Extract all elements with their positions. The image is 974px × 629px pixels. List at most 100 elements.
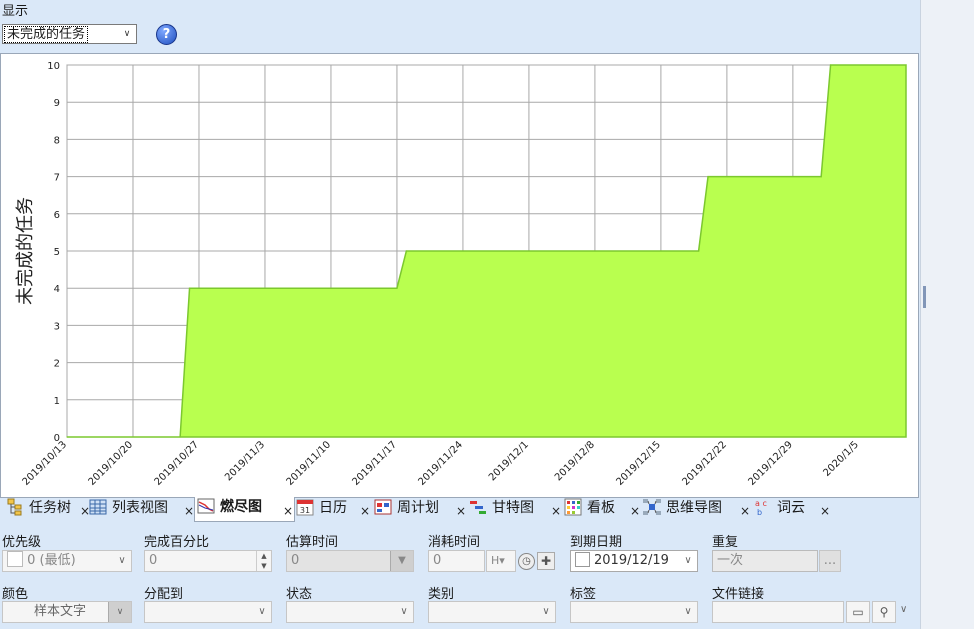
priority-label: 优先级 <box>2 535 42 550</box>
y-tick-label: 10 <box>47 61 60 72</box>
tags-field[interactable]: ∨ <box>570 601 698 623</box>
search-icon[interactable]: ⚲ <box>872 601 896 623</box>
assigned-field[interactable]: ∨ <box>144 601 272 623</box>
data-point <box>179 436 181 438</box>
spinner-icon[interactable]: ▲ ▼ <box>256 551 271 571</box>
tags-label: 标签 <box>570 587 597 602</box>
y-tick-label: 8 <box>54 135 60 146</box>
close-icon[interactable]: × <box>184 504 194 518</box>
tab-label: 日历 <box>319 500 347 516</box>
x-tick-label: 2019/10/20 <box>87 439 136 488</box>
burndown-chart-panel: 0 1 2 3 4 5 6 7 8 9 10 2019/10/13 2019/10/20 2019/10/… <box>0 53 919 498</box>
x-tick-label: 2019/10/13 <box>21 439 70 488</box>
y-tick-label: 9 <box>54 98 60 109</box>
clock-icon[interactable]: ◷ <box>518 553 535 570</box>
close-icon[interactable]: × <box>630 504 640 518</box>
tab-label: 周计划 <box>397 500 439 516</box>
percent-value: 0 <box>149 553 158 568</box>
svg-text:31: 31 <box>300 506 310 515</box>
category-label: 类别 <box>428 587 455 602</box>
chevron-down-icon[interactable]: ∨ <box>900 604 907 615</box>
help-icon[interactable]: ? <box>156 24 177 45</box>
tab-label: 燃尽图 <box>220 499 262 515</box>
spent-field[interactable]: 0 <box>428 550 485 572</box>
chevron-down-icon: ∨ <box>108 602 131 622</box>
recurrence-label: 重复 <box>712 535 739 550</box>
tab-label: 任务树 <box>29 500 71 516</box>
x-tick-label: 2019/12/1 <box>487 439 531 483</box>
close-icon[interactable]: × <box>740 504 750 518</box>
close-icon[interactable]: × <box>551 504 561 518</box>
right-splitter[interactable] <box>920 0 974 629</box>
estimate-field[interactable]: 0 ▼ <box>286 550 414 572</box>
status-field[interactable]: ∨ <box>286 601 414 623</box>
due-checkbox[interactable] <box>575 552 590 567</box>
data-point <box>905 64 907 66</box>
y-tick-label: 1 <box>54 396 60 407</box>
burndown-chart: 0123456789102019/10/13 2019/10/20 2019/10/… <box>15 61 907 488</box>
tab-week-plan[interactable]: 周计划 <box>374 498 439 520</box>
chevron-down-icon: ∨ <box>684 555 692 566</box>
x-tick-label: 2019/11/17 <box>351 439 400 488</box>
add-time-icon[interactable]: ✚ <box>537 552 555 570</box>
tab-gantt[interactable]: 甘特图 <box>469 498 534 520</box>
tab-kanban[interactable]: 看板 <box>564 498 615 520</box>
close-icon[interactable]: × <box>283 504 293 518</box>
folder-icon[interactable]: ▭ <box>846 601 870 623</box>
due-label: 到期日期 <box>570 535 623 550</box>
tab-wordcloud[interactable]: a c b 词云 <box>754 498 805 520</box>
view-tabs: 任务树 × 列表视图 × 燃尽图 × 31 日历 × 周计划 × 甘特图 × 看板… <box>0 497 919 522</box>
data-point <box>405 250 407 252</box>
recurrence-edit-button[interactable]: ... <box>819 550 841 572</box>
filelink-field[interactable] <box>712 601 844 623</box>
week-plan-icon <box>374 499 392 515</box>
color-label: 颜色 <box>2 587 29 602</box>
due-value: 2019/12/19 <box>594 553 669 568</box>
tab-list-view[interactable]: 列表视图 <box>89 498 168 520</box>
tab-calendar[interactable]: 31 日历 <box>296 498 347 520</box>
burndown-icon <box>197 498 215 514</box>
due-date-field[interactable]: 2019/12/19 ∨ <box>570 550 698 572</box>
data-point <box>820 176 822 178</box>
x-tick-label: 2019/11/3 <box>223 439 267 483</box>
tab-label: 词云 <box>777 500 805 516</box>
filter-value: 未完成的任务 <box>4 26 89 43</box>
data-point <box>188 287 191 289</box>
spent-label: 消耗时间 <box>428 535 481 550</box>
close-icon[interactable]: × <box>360 504 370 518</box>
filelink-label: 文件链接 <box>712 587 765 602</box>
priority-field[interactable]: 0 (最低) ∨ <box>2 550 132 572</box>
tab-mindmap[interactable]: 思维导图 <box>643 498 722 520</box>
tab-burndown[interactable]: 燃尽图 <box>194 497 295 522</box>
x-tick-label: 2019/12/29 <box>746 439 795 488</box>
data-point <box>66 436 68 438</box>
chevron-down-icon: ∨ <box>400 606 408 617</box>
tab-label: 看板 <box>587 500 615 516</box>
color-field[interactable]: 样本文字 ∨ <box>2 601 132 623</box>
x-tick-label: 2019/11/10 <box>285 439 334 488</box>
x-tick-label: 2019/10/27 <box>153 439 202 488</box>
wordcloud-icon: a cb <box>755 499 767 516</box>
chevron-down-icon: ∨ <box>123 29 131 39</box>
x-tick-label: 2019/11/24 <box>417 439 466 488</box>
chevron-down-icon: ∨ <box>542 606 550 617</box>
tab-task-tree[interactable]: 任务树 <box>6 498 71 520</box>
mindmap-icon <box>643 499 661 515</box>
tab-label: 思维导图 <box>666 500 722 516</box>
splitter-grip[interactable] <box>923 286 926 308</box>
kanban-icon <box>564 498 582 516</box>
y-axis-label: 未完成的任务 <box>15 197 36 305</box>
y-tick-label: 7 <box>54 173 60 184</box>
close-icon[interactable]: × <box>456 504 466 518</box>
chevron-down-icon[interactable]: ▼ <box>390 551 413 571</box>
assigned-label: 分配到 <box>144 587 184 602</box>
percent-label: 完成百分比 <box>144 535 210 550</box>
recurrence-field: 一次 <box>712 550 818 572</box>
percent-field[interactable]: 0 ▲ ▼ <box>144 550 272 572</box>
spent-unit[interactable]: H▾ <box>486 550 516 572</box>
estimate-label: 估算时间 <box>286 535 339 550</box>
close-icon[interactable]: × <box>820 504 830 518</box>
filter-dropdown[interactable]: 未完成的任务 ∨ <box>2 24 137 44</box>
category-field[interactable]: ∨ <box>428 601 556 623</box>
data-point <box>698 250 700 252</box>
